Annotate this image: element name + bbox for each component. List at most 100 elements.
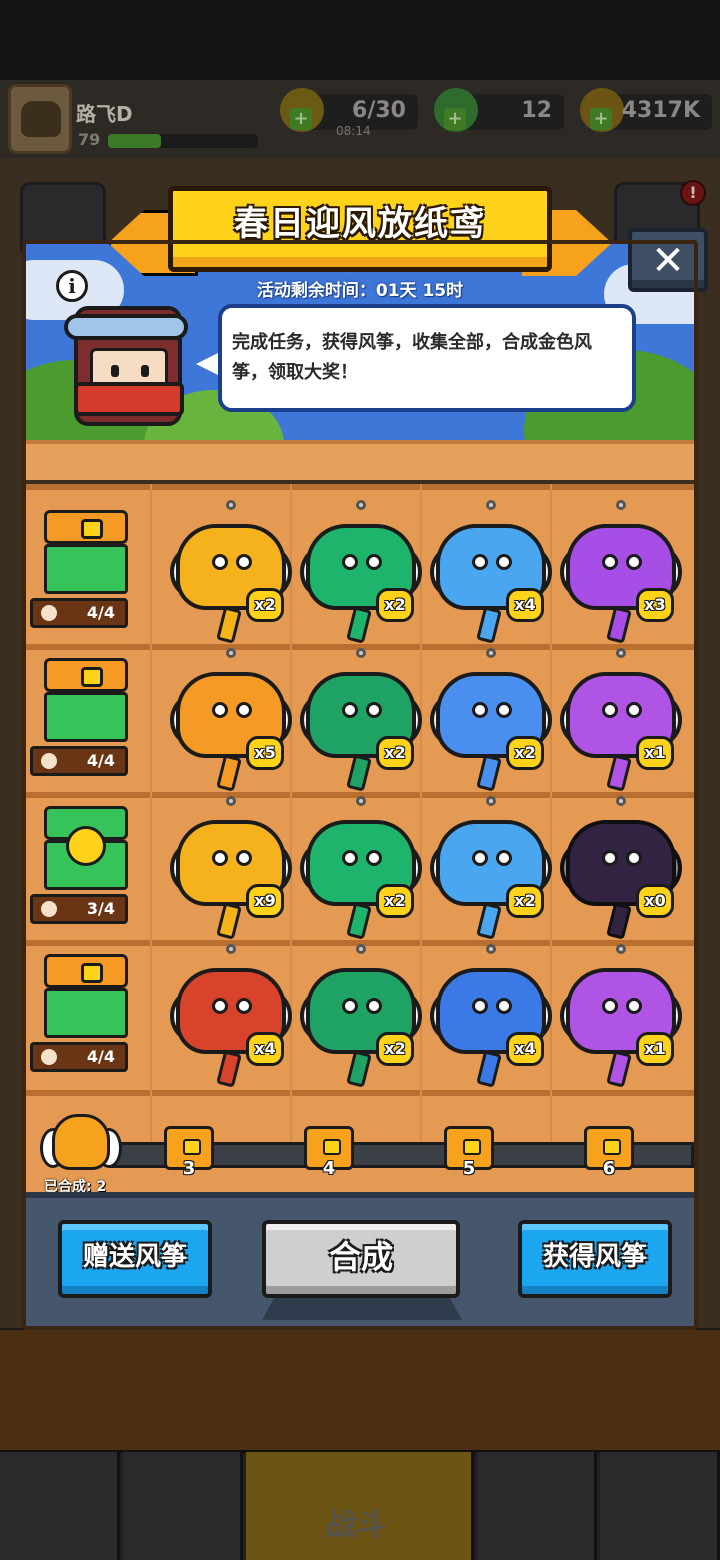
milestone-chest[interactable]: 6 xyxy=(584,1126,634,1179)
bug-kite[interactable]: x1 xyxy=(560,648,682,792)
row-reward-chest[interactable]: 4/4 xyxy=(30,510,132,628)
butterfly-kite[interactable]: x0 xyxy=(560,796,682,940)
row-reward-chest[interactable]: 4/4 xyxy=(30,954,132,1072)
cat-kite[interactable]: x3 xyxy=(560,500,682,644)
status-area xyxy=(0,0,720,80)
row-progress-value: 4/4 xyxy=(86,1047,115,1066)
bird-kite[interactable]: x4 xyxy=(430,944,552,1088)
kite-eyes xyxy=(466,998,516,1016)
bird-kite[interactable]: x4 xyxy=(170,944,292,1088)
kite-tail xyxy=(216,1050,242,1088)
add-coin-icon: + xyxy=(590,108,612,130)
milestone-chest[interactable]: 5 xyxy=(444,1126,494,1179)
row-progress-value: 4/4 xyxy=(86,603,115,622)
kite-string-ring xyxy=(616,944,626,954)
alert-badge: ! xyxy=(680,180,706,206)
kite-eye xyxy=(212,850,228,866)
gem-resource[interactable]: + 12 xyxy=(434,88,564,132)
gift-kite-button[interactable]: 赠送风筝 xyxy=(58,1220,212,1298)
kite-eye xyxy=(496,702,512,718)
kite-tail xyxy=(606,606,632,644)
kite-string-ring xyxy=(356,944,366,954)
xp-bar xyxy=(108,134,258,148)
nav-evolve[interactable] xyxy=(600,1452,720,1560)
butterfly-kite[interactable]: x9 xyxy=(170,796,292,940)
kite-tail xyxy=(606,1050,632,1088)
avatar[interactable] xyxy=(8,84,72,154)
kite-eye xyxy=(342,850,358,866)
butterfly-kite[interactable]: x2 xyxy=(430,796,552,940)
bug-kite-icon xyxy=(39,751,59,771)
nav-talent[interactable] xyxy=(477,1452,597,1560)
kite-count-badge: x4 xyxy=(506,588,544,622)
kite-string-ring xyxy=(226,648,236,658)
kite-eye xyxy=(602,554,618,570)
row-reward-chest[interactable]: 3/4 xyxy=(30,806,132,924)
kite-eye xyxy=(366,998,382,1014)
milestone-chest[interactable]: 4 xyxy=(304,1126,354,1179)
kite-eye xyxy=(212,998,228,1014)
milestone-number: 5 xyxy=(462,1158,476,1179)
kite-string-ring xyxy=(226,944,236,954)
nav-shop[interactable] xyxy=(0,1452,120,1560)
event-timer: 活动剩余时间：01天 15时 xyxy=(256,281,464,301)
cat-kite[interactable]: x4 xyxy=(430,500,552,644)
coin-resource[interactable]: + 4317K xyxy=(580,88,712,132)
kite-eyes xyxy=(596,702,646,720)
row-reward-chest[interactable]: 4/4 xyxy=(30,658,132,776)
nav-battle-label: 战斗 xyxy=(326,1508,386,1543)
kite-tail xyxy=(346,754,372,792)
shelf-line xyxy=(24,1090,696,1096)
kite-count-badge: x2 xyxy=(246,588,284,622)
bug-kite[interactable]: x2 xyxy=(430,648,552,792)
merge-button[interactable]: 合成 xyxy=(262,1220,460,1298)
kite-count-badge: x5 xyxy=(246,736,284,770)
kite-eyes xyxy=(466,702,516,720)
kite-eyes xyxy=(206,554,256,572)
kite-count-badge: x2 xyxy=(376,588,414,622)
kite-eye xyxy=(472,850,488,866)
ninja-mascot xyxy=(64,306,188,446)
kite-string-ring xyxy=(356,796,366,806)
kite-eye xyxy=(366,702,382,718)
chest-lid xyxy=(44,658,128,692)
kite-eye xyxy=(342,554,358,570)
bug-kite[interactable]: x2 xyxy=(300,648,422,792)
ninja-scarf xyxy=(74,382,184,416)
kite-eye xyxy=(342,998,358,1014)
energy-timer: 08:14 xyxy=(336,124,371,138)
cat-kite[interactable]: x2 xyxy=(170,500,292,644)
kite-eye xyxy=(342,702,358,718)
xp-fill xyxy=(108,134,161,148)
kite-eye xyxy=(236,850,252,866)
lock-icon xyxy=(183,1139,201,1155)
close-button[interactable]: ✕ xyxy=(628,228,708,292)
kite-count-badge: x4 xyxy=(506,1032,544,1066)
kite-count-badge: x3 xyxy=(636,588,674,622)
bird-kite[interactable]: x2 xyxy=(300,944,422,1088)
obtain-kite-button[interactable]: 获得风筝 xyxy=(518,1220,672,1298)
kite-string-ring xyxy=(226,500,236,510)
nav-gear[interactable] xyxy=(123,1452,243,1560)
kite-count-badge: x2 xyxy=(376,884,414,918)
shelf-line xyxy=(24,484,696,490)
chest-lid xyxy=(44,510,128,544)
bird-kite[interactable]: x1 xyxy=(560,944,682,1088)
row-progress: 4/4 xyxy=(30,598,128,628)
kite-count-badge: x2 xyxy=(376,1032,414,1066)
bug-kite[interactable]: x5 xyxy=(170,648,292,792)
kite-eye xyxy=(212,702,228,718)
row-progress: 4/4 xyxy=(30,746,128,776)
butterfly-kite[interactable]: x2 xyxy=(300,796,422,940)
kite-tail xyxy=(216,606,242,644)
kite-string-ring xyxy=(356,648,366,658)
lock-icon xyxy=(463,1139,481,1155)
energy-resource[interactable]: + 6/30 08:14 xyxy=(280,88,418,138)
player-name: 路飞D xyxy=(76,102,133,126)
kite-eye xyxy=(626,702,642,718)
info-icon[interactable]: i xyxy=(56,270,88,302)
close-icon: ✕ xyxy=(651,238,685,284)
cat-kite[interactable]: x2 xyxy=(300,500,422,644)
milestone-chest[interactable]: 3 xyxy=(164,1126,214,1179)
kite-string-ring xyxy=(486,500,496,510)
